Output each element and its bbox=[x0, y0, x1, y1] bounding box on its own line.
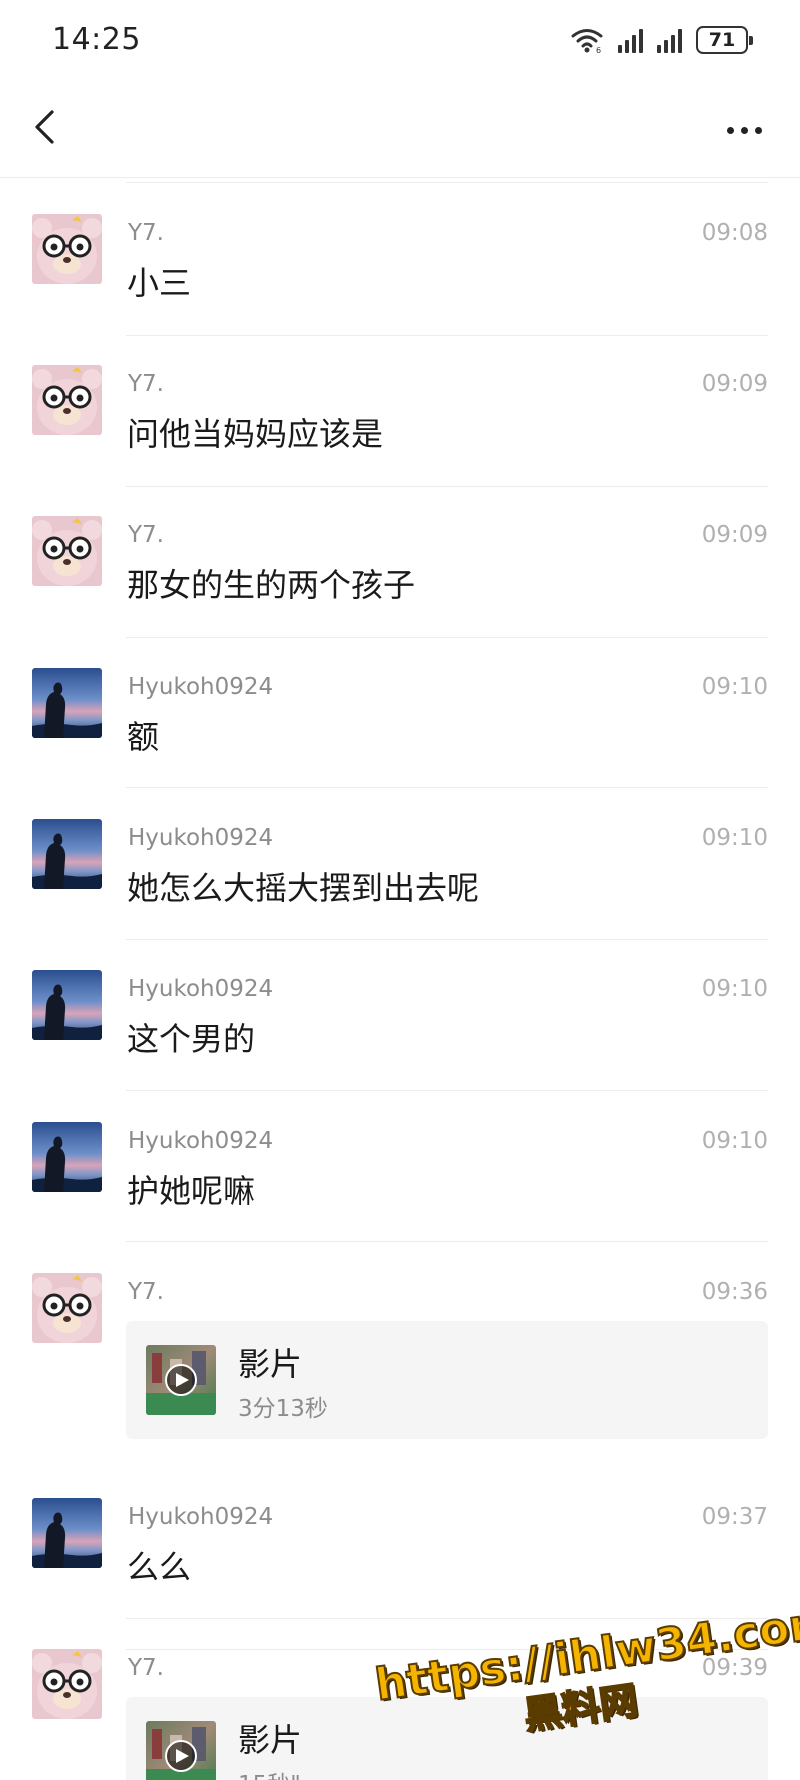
message-text: 她怎么大摇大摆到出去呢 bbox=[127, 869, 480, 907]
sender-name: Hyukoh0924 bbox=[128, 1504, 274, 1530]
status-time: 14:25 bbox=[52, 22, 141, 57]
sender-name: Y7. bbox=[128, 220, 164, 246]
divider bbox=[126, 1090, 768, 1091]
video-title: 影片 bbox=[238, 1721, 303, 1759]
divider bbox=[126, 637, 768, 638]
divider bbox=[126, 335, 768, 336]
avatar[interactable] bbox=[32, 1498, 102, 1568]
back-button[interactable] bbox=[22, 102, 72, 152]
message-time: 09:10 bbox=[701, 1128, 768, 1154]
message-time: 09:36 bbox=[701, 1279, 768, 1305]
sender-name: Y7. bbox=[128, 371, 164, 397]
sender-name: Y7. bbox=[128, 1655, 164, 1681]
bear-avatar-icon bbox=[32, 214, 102, 284]
divider bbox=[126, 787, 768, 788]
message-time: 09:09 bbox=[701, 522, 768, 548]
wifi-icon: 6 bbox=[571, 29, 603, 53]
sender-name: Hyukoh0924 bbox=[128, 674, 274, 700]
message-time: 09:10 bbox=[701, 976, 768, 1002]
sender-name: Hyukoh0924 bbox=[128, 1128, 274, 1154]
signal-icon bbox=[618, 27, 643, 53]
avatar[interactable] bbox=[32, 819, 102, 889]
message-time: 09:10 bbox=[701, 825, 768, 851]
avatar[interactable] bbox=[32, 668, 102, 738]
video-duration: 15秒" bbox=[238, 1765, 301, 1780]
message-text: 么么 bbox=[127, 1548, 192, 1586]
message-text: 这个男的 bbox=[127, 1020, 256, 1058]
divider bbox=[126, 486, 768, 487]
message-text: 额 bbox=[127, 718, 160, 756]
silhouette-avatar-icon bbox=[32, 819, 102, 889]
chevron-left-icon bbox=[35, 110, 54, 144]
message-time: 09:37 bbox=[701, 1504, 768, 1530]
avatar[interactable] bbox=[32, 365, 102, 435]
avatar[interactable] bbox=[32, 516, 102, 586]
sender-name: Y7. bbox=[128, 522, 164, 548]
more-dot bbox=[740, 126, 748, 134]
bear-avatar-icon bbox=[32, 365, 102, 435]
divider bbox=[126, 182, 768, 183]
status-icons: 6 71 bbox=[570, 26, 753, 54]
battery-icon: 71 bbox=[696, 26, 753, 54]
status-bar: 14:25 6 71 bbox=[0, 0, 800, 80]
silhouette-avatar-icon bbox=[32, 1498, 102, 1568]
video-card[interactable]: 影片 3分13秒 bbox=[126, 1321, 768, 1439]
silhouette-avatar-icon bbox=[32, 1122, 102, 1192]
message-text: 问他当妈妈应该是 bbox=[127, 415, 384, 453]
message-time: 09:09 bbox=[701, 371, 768, 397]
more-button[interactable] bbox=[716, 110, 772, 150]
avatar[interactable] bbox=[32, 214, 102, 284]
video-thumbnail[interactable] bbox=[146, 1721, 216, 1780]
avatar[interactable] bbox=[32, 1122, 102, 1192]
message-text: 那女的生的两个孩子 bbox=[127, 566, 416, 604]
avatar[interactable] bbox=[32, 1649, 102, 1719]
video-title: 影片 bbox=[238, 1345, 303, 1383]
bear-avatar-icon bbox=[32, 1273, 102, 1343]
message-time: 09:08 bbox=[701, 220, 768, 246]
play-icon bbox=[146, 1345, 216, 1415]
silhouette-avatar-icon bbox=[32, 970, 102, 1040]
video-duration: 3分13秒 bbox=[238, 1396, 328, 1422]
silhouette-avatar-icon bbox=[32, 668, 102, 738]
sender-name: Hyukoh0924 bbox=[128, 825, 274, 851]
bear-avatar-icon bbox=[32, 516, 102, 586]
battery-level: 71 bbox=[708, 29, 736, 51]
message-time: 09:10 bbox=[701, 674, 768, 700]
svg-text:6: 6 bbox=[596, 46, 601, 53]
message-text: 小三 bbox=[127, 264, 192, 302]
bear-avatar-icon bbox=[32, 1649, 102, 1719]
chat-header bbox=[0, 80, 800, 178]
message-text: 护她呢嘛 bbox=[127, 1172, 256, 1210]
more-horizontal-icon bbox=[726, 126, 734, 134]
play-icon bbox=[146, 1721, 216, 1780]
avatar[interactable] bbox=[32, 1273, 102, 1343]
divider bbox=[126, 1241, 768, 1242]
more-dot bbox=[754, 126, 762, 134]
divider bbox=[126, 939, 768, 940]
avatar[interactable] bbox=[32, 970, 102, 1040]
sender-name: Y7. bbox=[128, 1279, 164, 1305]
video-thumbnail[interactable] bbox=[146, 1345, 216, 1415]
sender-name: Hyukoh0924 bbox=[128, 976, 274, 1002]
signal-icon bbox=[657, 27, 682, 53]
